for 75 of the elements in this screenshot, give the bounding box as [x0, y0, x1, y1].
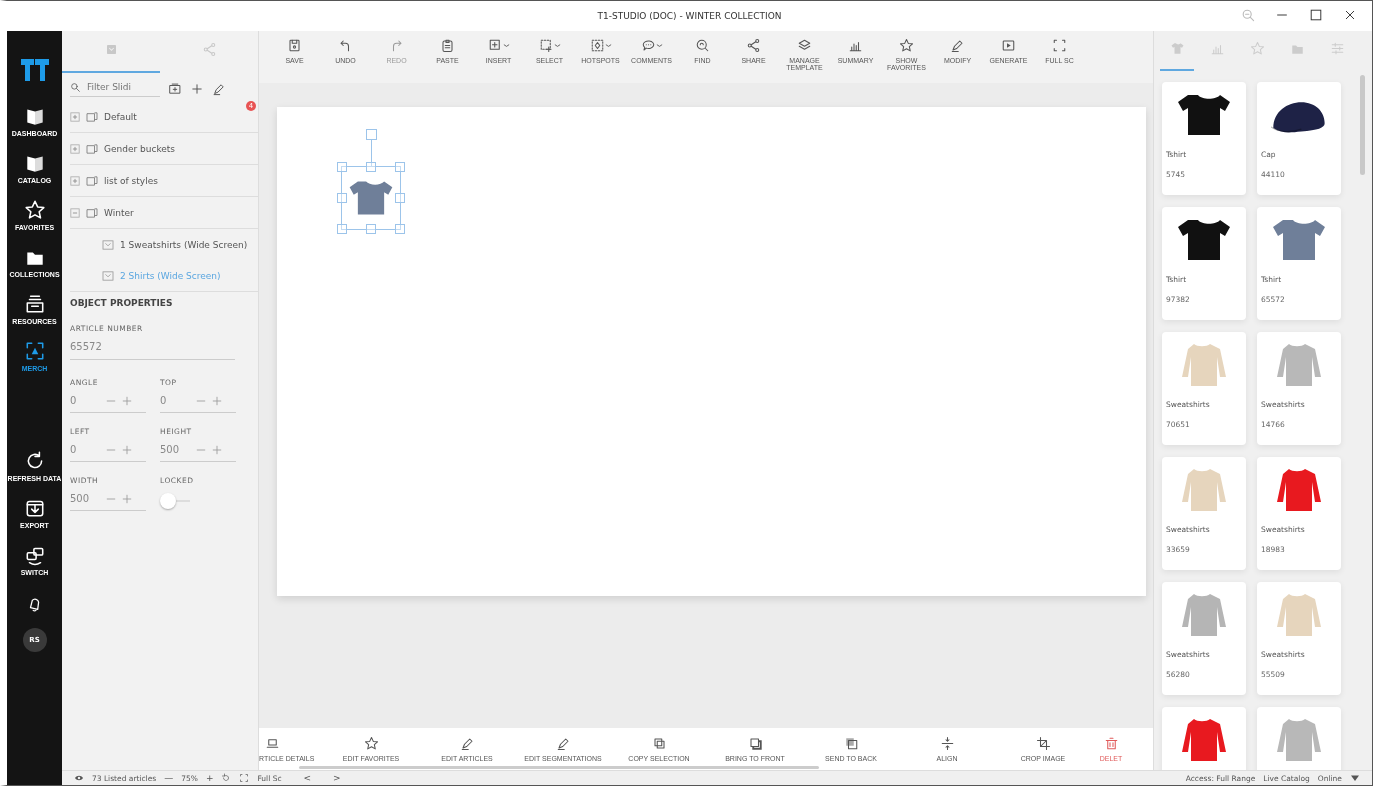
expand-icon[interactable] [70, 143, 80, 154]
folder-row[interactable]: list of styles [70, 165, 258, 197]
paste-icon [440, 38, 455, 53]
zoom-in-button[interactable]: + [205, 773, 214, 783]
save-icon [287, 38, 302, 53]
plus-icon[interactable] [122, 444, 132, 455]
slide-row[interactable]: 1 Sweatshirts (Wide Screen) [70, 229, 258, 260]
align-icon [939, 736, 955, 751]
pen-icon [950, 38, 965, 53]
selection-outline [341, 166, 401, 230]
signal-icon [1350, 773, 1360, 783]
edit-icon[interactable] [212, 82, 226, 96]
folder-icon [86, 207, 98, 218]
expand-icon [1052, 38, 1067, 53]
previous-button[interactable]: < [303, 773, 312, 783]
sliders-icon [1329, 41, 1345, 56]
resize-handle[interactable] [337, 162, 347, 172]
rotate-handle[interactable] [366, 129, 377, 140]
star-icon [1249, 41, 1265, 56]
pen-icon [459, 736, 475, 751]
trash-icon [1103, 736, 1119, 751]
section-title: OBJECT PROPERTIES [70, 298, 174, 308]
folder-icon [86, 175, 98, 186]
expand-icon[interactable] [70, 175, 80, 186]
resize-handle[interactable] [366, 224, 376, 234]
crop-icon [1035, 736, 1051, 751]
resize-handle[interactable] [395, 162, 405, 172]
share-icon [201, 42, 217, 57]
resize-handle[interactable] [337, 224, 347, 234]
play-icon [1001, 38, 1016, 53]
star-icon [899, 38, 914, 53]
resize-handle[interactable] [337, 193, 347, 203]
folder-icon [86, 143, 98, 154]
share-icon [746, 38, 761, 53]
resize-handle[interactable] [395, 224, 405, 234]
resize-handle[interactable] [366, 162, 376, 172]
fullscreen-icon[interactable] [239, 773, 250, 783]
select-icon [538, 38, 554, 53]
layers-icon [797, 38, 812, 53]
search-icon [70, 81, 81, 93]
new-slide-icon[interactable] [168, 82, 182, 96]
zoom-icon[interactable] [1240, 7, 1256, 23]
laptop-icon [265, 736, 280, 751]
back-icon [843, 736, 859, 751]
shirt-icon [1169, 41, 1185, 56]
folder-row[interactable]: Gender buckets [70, 133, 258, 165]
star-icon [23, 199, 46, 221]
plus-icon[interactable] [122, 493, 132, 504]
next-button[interactable]: > [333, 773, 341, 783]
plus-icon[interactable] [212, 395, 222, 406]
collapse-icon[interactable] [70, 207, 80, 218]
maximize-icon[interactable] [1308, 7, 1324, 23]
window-title: T1-STUDIO (DOC) - WINTER COLLECTION [597, 11, 782, 21]
zoom-out-button[interactable]: — [164, 773, 174, 783]
add-icon[interactable] [190, 82, 204, 96]
selection-frame[interactable] [336, 129, 406, 235]
hotspot-icon [589, 38, 605, 53]
front-icon [747, 736, 763, 751]
expand-icon[interactable] [70, 111, 80, 122]
resize-handle[interactable] [395, 193, 405, 203]
slide-icon [102, 270, 114, 281]
filter-field[interactable]: Filter Slidi [85, 81, 159, 93]
pen-icon [555, 736, 571, 751]
toggle-switch[interactable] [160, 493, 190, 509]
copy-icon [651, 736, 667, 751]
folder-icon [86, 111, 98, 122]
slide-icon [102, 239, 114, 250]
insert-icon [487, 38, 503, 53]
plus-icon[interactable] [122, 395, 132, 406]
find-icon [695, 38, 710, 53]
plus-icon[interactable] [212, 444, 222, 455]
reset-icon[interactable] [221, 773, 232, 783]
comment-icon [640, 38, 656, 53]
star-icon [363, 736, 379, 751]
folder-row[interactable]: Winter [70, 197, 258, 229]
